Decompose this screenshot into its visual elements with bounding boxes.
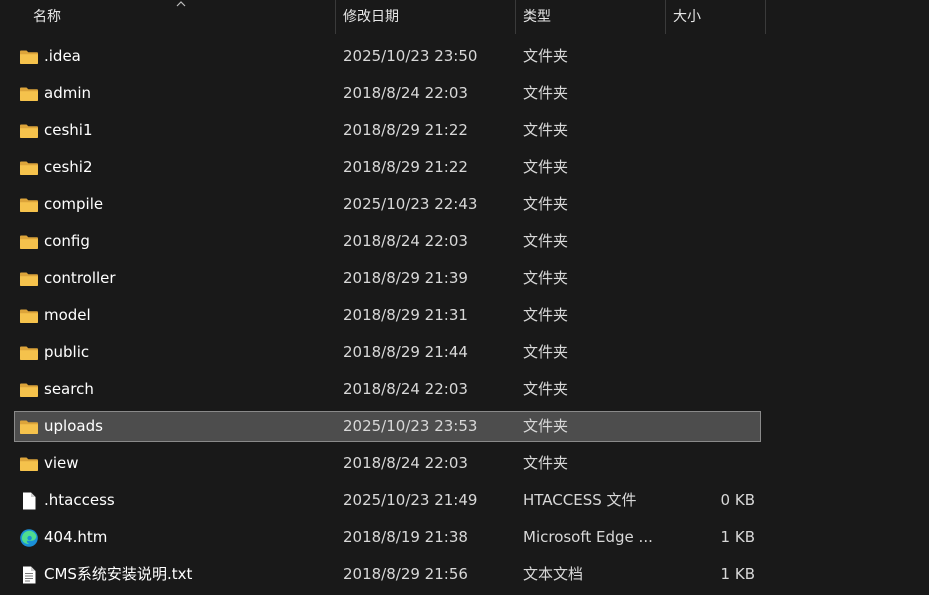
file-type: 文件夹 bbox=[523, 454, 569, 472]
file-date-modified: 2025/10/23 23:53 bbox=[343, 417, 478, 435]
file-row[interactable]: .htaccess 2025/10/23 21:49 HTACCESS 文件 0 KB bbox=[14, 485, 761, 516]
file-name: controller bbox=[44, 269, 116, 287]
file-row[interactable]: controller 2018/8/29 21:39 文件夹 bbox=[14, 263, 761, 294]
file-date-modified: 2018/8/19 21:38 bbox=[343, 528, 468, 546]
folder-icon bbox=[19, 121, 39, 141]
file-row[interactable]: config 2018/8/24 22:03 文件夹 bbox=[14, 226, 761, 257]
file-size: 0 KB bbox=[720, 491, 755, 509]
file-type: HTACCESS 文件 bbox=[523, 491, 637, 509]
folder-icon bbox=[19, 84, 39, 104]
file-date-modified: 2018/8/29 21:22 bbox=[343, 121, 468, 139]
folder-icon bbox=[19, 232, 39, 252]
file-row[interactable]: ceshi2 2018/8/29 21:22 文件夹 bbox=[14, 152, 761, 183]
file-date-modified: 2025/10/23 23:50 bbox=[343, 47, 478, 65]
file-date-modified: 2018/8/24 22:03 bbox=[343, 84, 468, 102]
file-type: 文件夹 bbox=[523, 343, 569, 361]
file-date-modified: 2018/8/29 21:44 bbox=[343, 343, 468, 361]
column-header-name[interactable]: 名称 bbox=[0, 0, 336, 34]
folder-icon bbox=[19, 306, 39, 326]
file-row[interactable]: CMS系统安装说明.txt 2018/8/29 21:56 文本文档 1 KB bbox=[14, 559, 761, 590]
file-type: 文件夹 bbox=[523, 306, 569, 324]
file-explorer: 名称 修改日期 类型 大小 .idea 2025/10/23 23:50 文件夹 ad… bbox=[0, 0, 929, 595]
file-type: 文件夹 bbox=[523, 47, 569, 65]
file-name: view bbox=[44, 454, 79, 472]
file-name: ceshi2 bbox=[44, 158, 93, 176]
file-row[interactable]: uploads 2025/10/23 23:53 文件夹 bbox=[14, 411, 761, 442]
folder-icon bbox=[19, 47, 39, 67]
column-header-size[interactable]: 大小 bbox=[666, 0, 766, 34]
file-row[interactable]: compile 2025/10/23 22:43 文件夹 bbox=[14, 189, 761, 220]
folder-icon bbox=[19, 380, 39, 400]
file-row[interactable]: ceshi1 2018/8/29 21:22 文件夹 bbox=[14, 115, 761, 146]
column-divider[interactable] bbox=[765, 0, 766, 34]
file-date-modified: 2018/8/29 21:31 bbox=[343, 306, 468, 324]
file-row[interactable]: admin 2018/8/24 22:03 文件夹 bbox=[14, 78, 761, 109]
file-row[interactable]: search 2018/8/24 22:03 文件夹 bbox=[14, 374, 761, 405]
file-type: 文件夹 bbox=[523, 232, 569, 250]
file-date-modified: 2018/8/24 22:03 bbox=[343, 232, 468, 250]
file-row[interactable]: .idea 2025/10/23 23:50 文件夹 bbox=[14, 41, 761, 72]
folder-icon bbox=[19, 417, 39, 437]
file-name: uploads bbox=[44, 417, 103, 435]
file-type: 文件夹 bbox=[523, 269, 569, 287]
file-date-modified: 2018/8/24 22:03 bbox=[343, 454, 468, 472]
file-name: public bbox=[44, 343, 90, 361]
sort-ascending-icon bbox=[176, 1, 186, 7]
file-date-modified: 2018/8/24 22:03 bbox=[343, 380, 468, 398]
file-icon bbox=[19, 491, 39, 511]
file-date-modified: 2025/10/23 21:49 bbox=[343, 491, 478, 509]
file-date-modified: 2018/8/29 21:22 bbox=[343, 158, 468, 176]
file-date-modified: 2018/8/29 21:56 bbox=[343, 565, 468, 583]
folder-icon bbox=[19, 195, 39, 215]
column-header-date[interactable]: 修改日期 bbox=[336, 0, 516, 34]
column-header-type[interactable]: 类型 bbox=[516, 0, 666, 34]
file-row[interactable]: view 2018/8/24 22:03 文件夹 bbox=[14, 448, 761, 479]
folder-icon bbox=[19, 269, 39, 289]
file-name: .idea bbox=[44, 47, 81, 65]
file-name: search bbox=[44, 380, 94, 398]
file-date-modified: 2025/10/23 22:43 bbox=[343, 195, 478, 213]
file-type: 文件夹 bbox=[523, 121, 569, 139]
file-type: 文件夹 bbox=[523, 84, 569, 102]
column-header: 名称 修改日期 类型 大小 bbox=[0, 0, 929, 34]
file-row[interactable]: public 2018/8/29 21:44 文件夹 bbox=[14, 337, 761, 368]
file-type: 文件夹 bbox=[523, 380, 569, 398]
file-type: 文件夹 bbox=[523, 195, 569, 213]
file-name: compile bbox=[44, 195, 104, 213]
file-type: 文件夹 bbox=[523, 417, 569, 435]
file-name: admin bbox=[44, 84, 91, 102]
file-name: CMS系统安装说明.txt bbox=[44, 565, 193, 583]
file-name: .htaccess bbox=[44, 491, 115, 509]
folder-icon bbox=[19, 158, 39, 178]
file-name: ceshi1 bbox=[44, 121, 93, 139]
file-name: config bbox=[44, 232, 90, 250]
file-type: Microsoft Edge ... bbox=[523, 528, 653, 546]
folder-icon bbox=[19, 454, 39, 474]
file-size: 1 KB bbox=[720, 528, 755, 546]
file-type: 文本文档 bbox=[523, 565, 584, 583]
file-name: model bbox=[44, 306, 91, 324]
text-file-icon bbox=[19, 565, 39, 585]
file-name: 404.htm bbox=[44, 528, 108, 546]
file-type: 文件夹 bbox=[523, 158, 569, 176]
file-date-modified: 2018/8/29 21:39 bbox=[343, 269, 468, 287]
file-size: 1 KB bbox=[720, 565, 755, 583]
file-row[interactable]: model 2018/8/29 21:31 文件夹 bbox=[14, 300, 761, 331]
file-row[interactable]: 404.htm 2018/8/19 21:38 Microsoft Edge ...… bbox=[14, 522, 761, 553]
folder-icon bbox=[19, 343, 39, 363]
edge-icon bbox=[19, 528, 39, 548]
